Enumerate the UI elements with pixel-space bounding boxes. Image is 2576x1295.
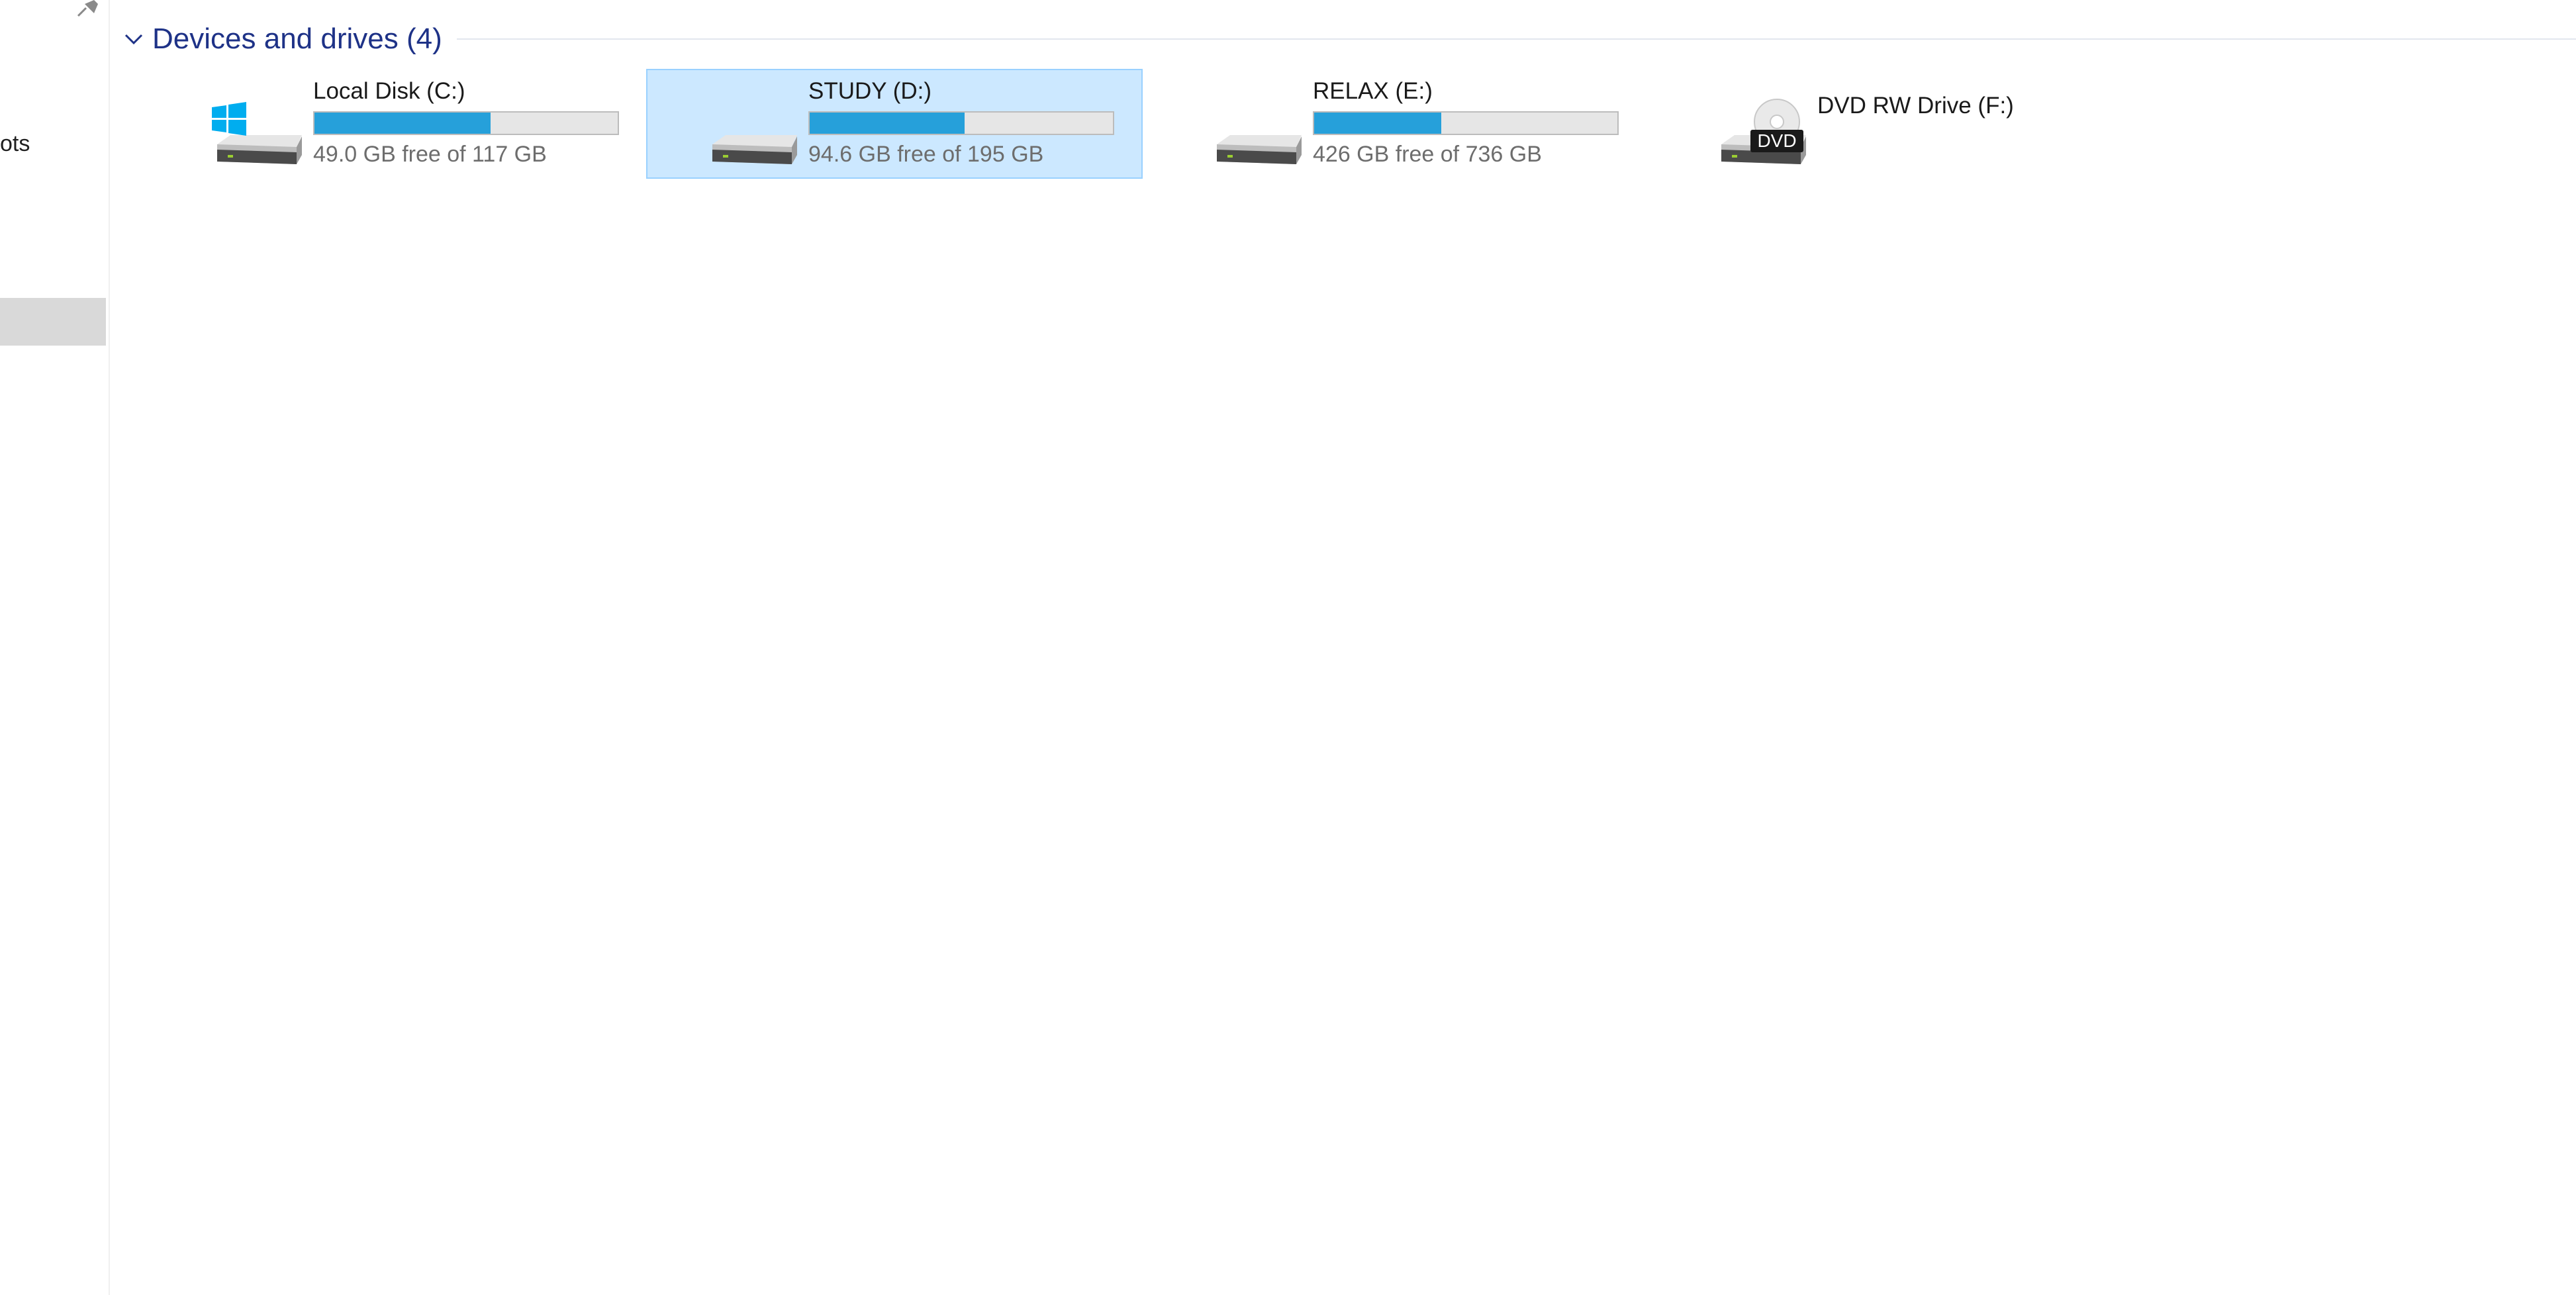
navigation-pane: ots (0, 0, 110, 1295)
drive-usage-fill (810, 113, 965, 134)
hard-drive-icon (712, 135, 797, 164)
drive-name: RELAX (E:) (1313, 78, 1433, 104)
group-header-devices-and-drives[interactable]: Devices and drives (4) (122, 20, 2576, 58)
hard-drive-icon (1217, 135, 1302, 164)
drive-free-space: 426 GB free of 736 GB (1313, 142, 1542, 167)
drive-usage-bar (808, 111, 1114, 135)
drive-free-space: 49.0 GB free of 117 GB (313, 142, 547, 167)
group-divider (456, 38, 2576, 40)
drive-usage-fill (314, 113, 491, 134)
windows-drive-icon (212, 102, 302, 164)
drive-tile-f[interactable]: DVD DVD RW Drive (F:) (1655, 69, 2152, 179)
dvd-badge-text: DVD (1757, 130, 1796, 151)
nav-item-label[interactable]: ots (0, 131, 30, 157)
drive-free-space: 94.6 GB free of 195 GB (808, 142, 1044, 167)
drive-name: DVD RW Drive (F:) (1817, 93, 2014, 119)
drive-usage-bar (313, 111, 619, 135)
dvd-drive-icon: DVD (1721, 99, 1806, 164)
drive-usage-bar (1313, 111, 1619, 135)
drive-tile-d[interactable]: STUDY (D:) 94.6 GB free of 195 GB (646, 69, 1143, 179)
nav-item-selected[interactable] (0, 298, 106, 346)
chevron-down-icon[interactable] (122, 27, 146, 51)
group-title: Devices and drives (4) (152, 23, 442, 55)
file-explorer-window: ots Devices and drives (4) Local Disk (C… (0, 0, 2576, 1295)
drive-tile-c[interactable]: Local Disk (C:) 49.0 GB free of 117 GB (151, 69, 647, 179)
content-area: Devices and drives (4) Local Disk (C:) 4… (110, 0, 2576, 1295)
pin-icon[interactable] (74, 0, 101, 17)
drive-tile-e[interactable]: RELAX (E:) 426 GB free of 736 GB (1151, 69, 1647, 179)
drive-usage-fill (1314, 113, 1442, 134)
drive-name: Local Disk (C:) (313, 78, 465, 104)
drive-name: STUDY (D:) (808, 78, 932, 104)
